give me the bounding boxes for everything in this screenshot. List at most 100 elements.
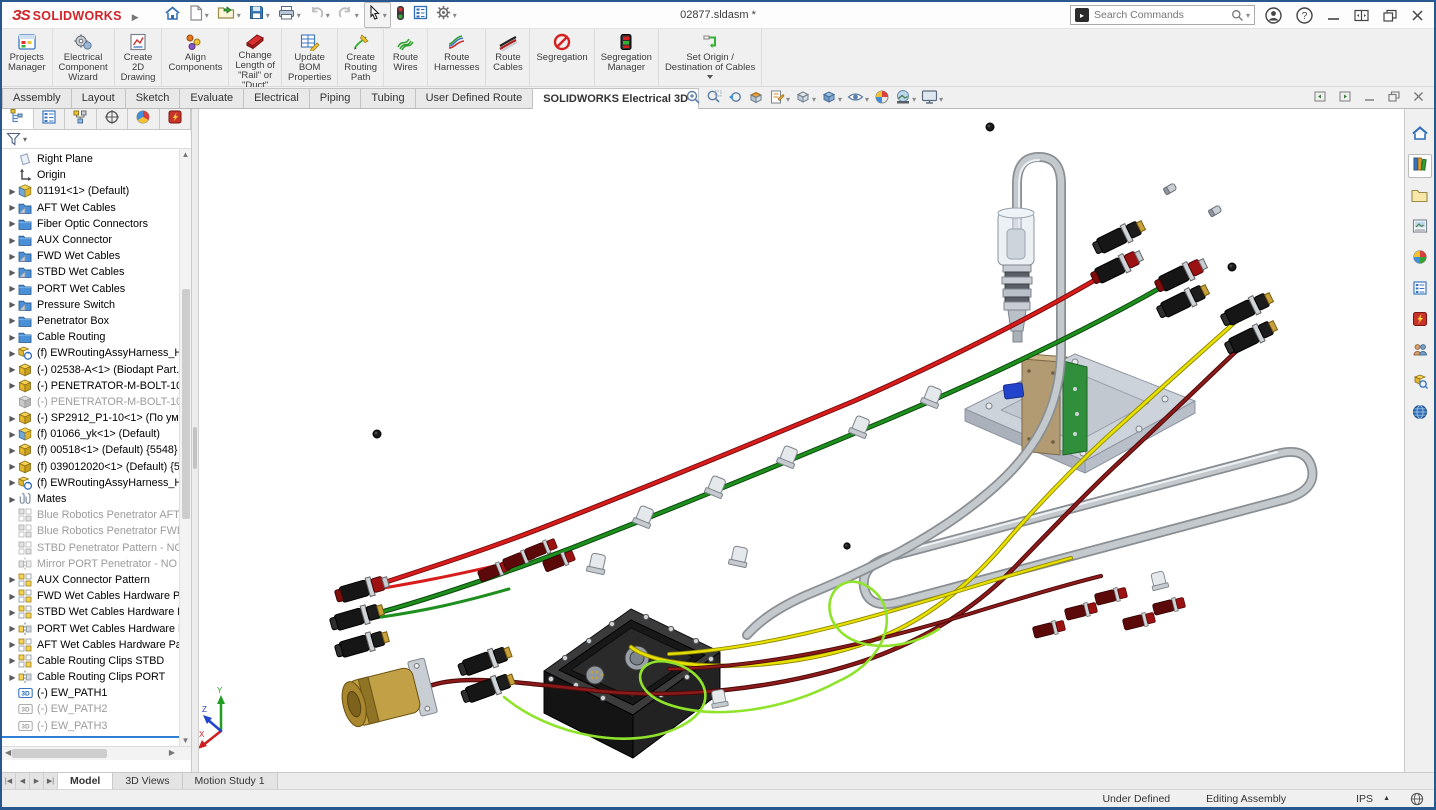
panel-tab-dimxpertmanager[interactable] <box>97 109 129 129</box>
expand-arrow-icon[interactable]: ▶ <box>7 430 18 439</box>
tree-item-f-ewroutingassyharness-h2-357[interactable]: ▶(f) EWRoutingAssyHarness_H2_357 <box>2 345 191 361</box>
search-icon[interactable] <box>1231 9 1244 22</box>
scroll-down-icon[interactable]: ▼ <box>182 736 190 745</box>
edit-appearance-button[interactable] <box>874 89 890 110</box>
ribbon-button-create-2d-drawing[interactable]: Create 2D Drawing <box>115 29 163 86</box>
tree-item-fwd-wet-cables-hardware-pattern[interactable]: ▶FWD Wet Cables Hardware Pattern <box>2 588 191 604</box>
previous-view-button[interactable] <box>727 89 743 110</box>
panel-tab-propertymanager[interactable] <box>34 109 66 129</box>
tree-item-cable-routing-clips-stbd[interactable]: ▶Cable Routing Clips STBD <box>2 653 191 669</box>
select-cursor-button[interactable]: ▾ <box>364 2 391 28</box>
tree-item-aux-connector-pattern[interactable]: ▶AUX Connector Pattern <box>2 572 191 588</box>
help-icon[interactable]: ? <box>1296 7 1313 24</box>
ribbon-button-route-harnesses[interactable]: Route Harnesses <box>428 29 486 86</box>
filter-caret-icon[interactable]: ▾ <box>23 135 27 144</box>
expand-arrow-icon[interactable]: ▶ <box>7 219 18 228</box>
dropdown-caret-icon[interactable]: ▾ <box>939 95 943 104</box>
tree-item-blue-robotics-penetrator-fwd-nc[interactable]: Blue Robotics Penetrator FWD - NC <box>2 523 191 539</box>
print-button[interactable]: ▾ <box>275 3 304 27</box>
dropdown-caret-icon[interactable]: ▾ <box>297 11 301 20</box>
dropdown-caret-icon[interactable]: ▾ <box>205 11 209 20</box>
ribbon-button-projects-manager[interactable]: Projects Manager <box>2 29 53 86</box>
dropdown-caret-icon[interactable]: ▾ <box>912 95 916 104</box>
tree-item-02538-a-1-biodapt-part-prtdc[interactable]: ▶(-) 02538-A<1> (Biodapt Part.prtdc <box>2 361 191 377</box>
tree-item-ew-path3[interactable]: 3D(-) EW_PATH3 <box>2 718 191 734</box>
commandmanager-tab-assembly[interactable]: Assembly <box>2 88 72 108</box>
commandmanager-tab-sketch[interactable]: Sketch <box>125 88 181 108</box>
expand-arrow-icon[interactable]: ▶ <box>7 495 18 504</box>
ribbon-button-route-cables[interactable]: Route Cables <box>486 29 530 86</box>
tree-item-right-plane[interactable]: Right Plane <box>2 151 191 167</box>
expand-arrow-icon[interactable]: ▶ <box>7 381 18 390</box>
tab-nav-prev-icon[interactable]: ◀ <box>16 773 30 789</box>
tree-item-ew-path2[interactable]: 3D(-) EW_PATH2 <box>2 701 191 717</box>
scroll-left-icon[interactable]: ◀ <box>5 748 11 757</box>
expand-arrow-icon[interactable]: ▶ <box>7 203 18 212</box>
tree-item-sp2912-p1-10-1[interactable]: ▶(-) SP2912_P1-10<1> (По умолчан <box>2 410 191 426</box>
tree-item-cable-routing-clips-port[interactable]: ▶Cable Routing Clips PORT <box>2 669 191 685</box>
panel-tab-displaymanager[interactable] <box>128 109 160 129</box>
open-button[interactable]: ▾ <box>214 3 244 27</box>
expand-arrow-icon[interactable]: ▶ <box>7 462 18 471</box>
ribbon-button-change-length[interactable]: Change Length of "Rail" or "Duct" <box>229 29 282 86</box>
doc-tab-3d-views[interactable]: 3D Views <box>113 773 182 789</box>
expand-arrow-icon[interactable]: ▶ <box>7 414 18 423</box>
dropdown-caret-icon[interactable]: ▾ <box>786 95 790 104</box>
commandmanager-tab-layout[interactable]: Layout <box>71 88 126 108</box>
tree-item-port-wet-cables[interactable]: ▶PORT Wet Cables <box>2 281 191 297</box>
restore-icon[interactable] <box>1383 9 1397 22</box>
graphics-area[interactable]: Y X Z <box>199 109 1404 772</box>
zoom-to-area-button[interactable] <box>706 89 722 110</box>
apply-scene-button[interactable]: ▾ <box>895 89 916 110</box>
ribbon-button-create-routing-path[interactable]: Create Routing Path <box>338 29 384 86</box>
section-view-button[interactable] <box>748 89 764 110</box>
close-icon[interactable] <box>1411 9 1424 22</box>
command-list-button[interactable] <box>410 3 431 27</box>
search-caret-icon[interactable]: ▾ <box>1246 11 1250 20</box>
doc-tab-model[interactable]: Model <box>58 773 113 789</box>
task-pane-appearances[interactable] <box>1408 247 1432 271</box>
expand-arrow-icon[interactable]: ▶ <box>7 187 18 196</box>
redo-button[interactable]: ▾ <box>335 4 362 27</box>
new-document-button[interactable]: ▾ <box>186 3 212 28</box>
task-pane-design-library[interactable] <box>1408 154 1432 178</box>
expand-arrow-icon[interactable]: ▶ <box>7 592 18 601</box>
tree-item-stbd-wet-cables-hardware-pattern[interactable]: ▶STBD Wet Cables Hardware Pattern <box>2 604 191 620</box>
tree-item-pressure-switch[interactable]: ▶Pressure Switch <box>2 297 191 313</box>
tree-item-aft-wet-cables[interactable]: ▶AFT Wet Cables <box>2 200 191 216</box>
hscroll-thumb[interactable] <box>12 749 107 758</box>
commandmanager-tab-piping[interactable]: Piping <box>309 88 362 108</box>
pane-icon[interactable] <box>1354 9 1369 22</box>
splitter-handle[interactable] <box>193 427 197 469</box>
dropdown-caret-icon[interactable]: ▾ <box>237 11 241 20</box>
expand-arrow-icon[interactable]: ▶ <box>7 300 18 309</box>
tab-nav-first-icon[interactable]: |◀ <box>2 773 16 789</box>
task-pane-inspection[interactable] <box>1408 371 1432 395</box>
commandmanager-tab-electrical[interactable]: Electrical <box>243 88 310 108</box>
tree-item-f-00518-1-default-5548[interactable]: ▶(f) 00518<1> (Default) {5548} <box>2 442 191 458</box>
undo-button[interactable]: ▾ <box>306 4 333 27</box>
tree-item-f-039012020-1-default-5781[interactable]: ▶(f) 039012020<1> (Default) {5781} <box>2 459 191 475</box>
tree-item-f-01066-yk-1-default[interactable]: ▶(f) 01066_yk<1> (Default) <box>2 426 191 442</box>
tree-item-aft-wet-cables-hardware-pattern[interactable]: ▶AFT Wet Cables Hardware Pattern <box>2 637 191 653</box>
tree-item-stbd-penetrator-pattern-no-wet[interactable]: STBD Penetrator Pattern - NO WET <box>2 540 191 556</box>
tree-item-port-wet-cables-hardware-mirror[interactable]: ▶PORT Wet Cables Hardware Mirror <box>2 620 191 636</box>
tree-vertical-scrollbar[interactable]: ▲ ▼ <box>179 149 191 746</box>
user-account-icon[interactable] <box>1265 7 1282 24</box>
dropdown-caret-icon[interactable]: ▾ <box>838 95 842 104</box>
doc-restore-icon[interactable] <box>1388 91 1400 102</box>
display-style-button[interactable]: ▾ <box>821 89 842 110</box>
expand-arrow-icon[interactable]: ▶ <box>7 365 18 374</box>
expand-arrow-icon[interactable]: ▶ <box>7 656 18 665</box>
units-selector[interactable]: IPS <box>1356 793 1373 805</box>
task-pane-custom-properties[interactable] <box>1408 278 1432 302</box>
hide-show-items-button[interactable]: ▾ <box>847 89 869 110</box>
task-pane-file-explorer[interactable] <box>1408 185 1432 209</box>
ribbon-button-set-origin-destination[interactable]: Set Origin / Destination of Cables <box>659 29 762 86</box>
tree-item-stbd-wet-cables[interactable]: ▶STBD Wet Cables <box>2 264 191 280</box>
search-input[interactable] <box>1094 9 1231 21</box>
zoom-to-fit-button[interactable] <box>685 89 701 110</box>
ribbon-button-segregation-manager[interactable]: Segregation Manager <box>595 29 659 86</box>
dropdown-caret-icon[interactable]: ▾ <box>266 11 270 20</box>
web-globe-icon[interactable] <box>1410 792 1424 806</box>
